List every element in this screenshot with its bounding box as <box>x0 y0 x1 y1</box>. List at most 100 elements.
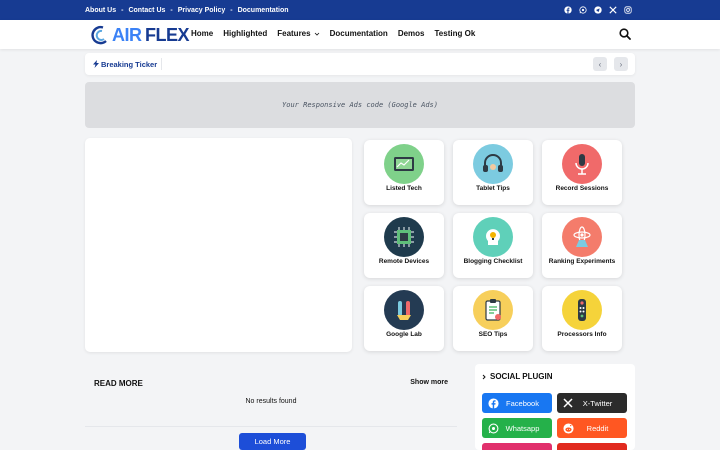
reddit-icon <box>562 422 574 434</box>
separator: - <box>170 6 173 14</box>
social-plugin-title-text: SOCIAL PLUGIN <box>490 372 553 381</box>
search-icon[interactable] <box>619 28 631 40</box>
top-link-privacy[interactable]: Privacy Policy <box>178 7 225 14</box>
category-circle <box>562 144 602 184</box>
nav-home[interactable]: Home <box>191 29 213 38</box>
no-results-text: No results found <box>245 398 297 405</box>
chevron-right-icon: › <box>619 59 623 69</box>
category-label: Listed Tech <box>386 185 422 192</box>
main-nav: Home Highlighted Features Documentation … <box>191 29 475 38</box>
nav-label: Testing Ok <box>434 29 476 38</box>
category-circle <box>473 144 513 184</box>
separator: - <box>230 6 233 14</box>
headset-icon <box>483 154 503 172</box>
category-label: Processors Info <box>557 331 607 338</box>
category-card[interactable]: Ranking Experiments <box>542 213 622 278</box>
whatsapp-label: Whatsapp <box>505 423 540 433</box>
top-link-about[interactable]: About Us <box>85 7 116 14</box>
nav-testing-ok[interactable]: Testing Ok <box>435 29 476 38</box>
chevron-right-icon <box>482 374 486 379</box>
ad-text: Your Responsive Ads code (Google Ads) <box>282 101 438 109</box>
category-card[interactable]: Tablet Tips <box>453 140 533 205</box>
category-circle <box>562 290 602 330</box>
top-link-contact[interactable]: Contact Us <box>128 7 165 14</box>
divider <box>85 426 457 427</box>
x-twitter-button[interactable]: X-Twitter <box>557 393 627 413</box>
social-plugin-title: SOCIAL PLUGIN <box>482 372 553 381</box>
breaking-ticker: Breaking Ticker ‹ › <box>85 53 635 75</box>
nav-label: Demos <box>397 29 425 38</box>
category-label: SEO Tips <box>478 331 508 338</box>
site-logo[interactable]: AIR FLEX <box>90 24 190 46</box>
top-links: About Us - Contact Us - Privacy Policy -… <box>85 0 289 20</box>
category-circle <box>473 217 513 257</box>
category-circle <box>562 217 602 257</box>
category-card[interactable]: Google Lab <box>364 286 444 351</box>
category-card[interactable]: Blogging Checklist <box>453 213 533 278</box>
tablet-chart-icon <box>394 157 414 171</box>
category-grid: Listed Tech Tablet Tips Record Sessions … <box>364 140 624 352</box>
category-card[interactable]: Remote Devices <box>364 213 444 278</box>
x-twitter-icon <box>562 397 574 409</box>
top-bar: About Us - Contact Us - Privacy Policy -… <box>0 0 720 20</box>
cpu-chip-icon <box>394 227 414 247</box>
social-button-partial[interactable] <box>482 443 552 450</box>
nav-label: Highlighted <box>223 29 268 38</box>
category-label: Blogging Checklist <box>463 258 523 265</box>
category-label: Ranking Experiments <box>548 258 616 265</box>
atom-flask-icon <box>573 226 591 247</box>
social-plugin: SOCIAL PLUGIN Facebook X-Twitter Whatsap… <box>475 364 635 450</box>
reddit-button[interactable]: Reddit <box>557 418 627 438</box>
category-label: Record Sessions <box>555 185 609 192</box>
ad-placeholder: Your Responsive Ads code (Google Ads) <box>85 82 635 128</box>
load-more-label: Load More <box>254 437 291 446</box>
microphone-icon <box>575 154 589 175</box>
category-circle <box>384 217 424 257</box>
category-card[interactable]: SEO Tips <box>453 286 533 351</box>
category-card[interactable]: Listed Tech <box>364 140 444 205</box>
whatsapp-icon[interactable] <box>579 6 587 14</box>
featured-post-card[interactable] <box>85 138 352 352</box>
ticker-prev-button[interactable]: ‹ <box>593 57 607 71</box>
nav-demos[interactable]: Demos <box>398 29 425 38</box>
top-social-icons <box>564 0 632 20</box>
top-link-documentation[interactable]: Documentation <box>238 7 289 14</box>
read-more-title: READ MORE <box>94 379 143 388</box>
telegram-icon[interactable] <box>594 6 602 14</box>
x-twitter-icon[interactable] <box>609 6 617 14</box>
category-circle <box>384 290 424 330</box>
separator: - <box>121 6 124 14</box>
nav-documentation[interactable]: Documentation <box>330 29 388 38</box>
logo-text-air: AIR <box>112 25 142 45</box>
reddit-label: Reddit <box>586 423 609 433</box>
nav-features[interactable]: Features <box>277 29 319 38</box>
nav-label: Documentation <box>329 29 388 38</box>
chevron-left-icon: ‹ <box>598 59 602 69</box>
ticker-label-text: Breaking Ticker <box>101 59 158 69</box>
instagram-icon[interactable] <box>624 6 632 14</box>
ticker-next-button[interactable]: › <box>614 57 628 71</box>
category-card[interactable]: Record Sessions <box>542 140 622 205</box>
load-more-button[interactable]: Load More <box>239 433 306 450</box>
nav-label: Features <box>277 29 311 38</box>
facebook-icon <box>487 397 499 409</box>
facebook-button[interactable]: Facebook <box>482 393 552 413</box>
idea-head-icon <box>486 229 500 245</box>
facebook-icon[interactable] <box>564 6 572 14</box>
social-button-partial[interactable] <box>557 443 627 450</box>
category-card[interactable]: Processors Info <box>542 286 622 351</box>
bolt-icon <box>93 60 99 68</box>
nav-highlighted[interactable]: Highlighted <box>223 29 267 38</box>
facebook-label: Facebook <box>506 398 539 408</box>
nav-label: Home <box>191 29 214 38</box>
remote-control-icon <box>578 299 586 321</box>
whatsapp-icon <box>487 422 499 434</box>
chevron-down-icon <box>314 32 319 36</box>
lab-tubes-icon <box>397 301 411 320</box>
whatsapp-button[interactable]: Whatsapp <box>482 418 552 438</box>
ticker-label: Breaking Ticker <box>93 58 163 70</box>
logo-text-flex: FLEX <box>145 25 190 45</box>
category-label: Tablet Tips <box>476 185 510 192</box>
show-more-link[interactable]: Show more <box>410 379 448 386</box>
x-twitter-label: X-Twitter <box>582 398 613 408</box>
